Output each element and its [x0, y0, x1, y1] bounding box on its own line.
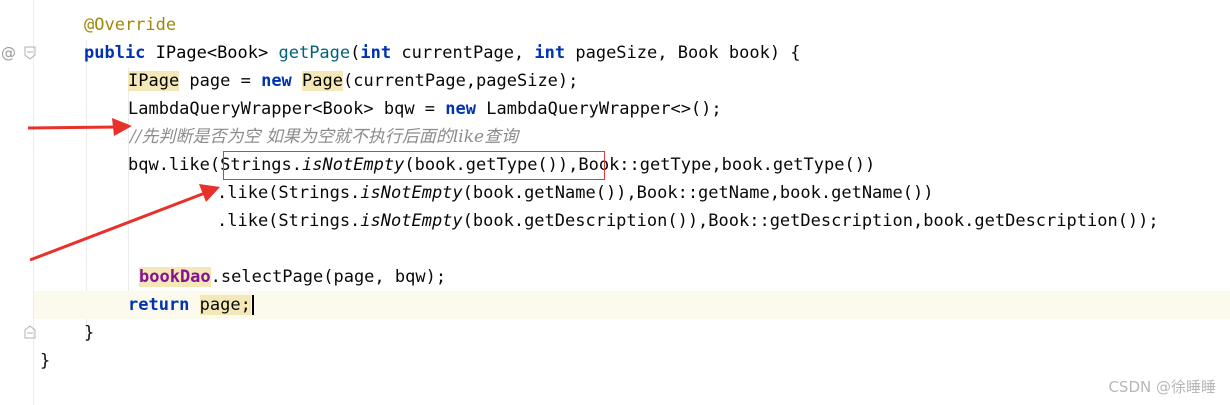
- arrow-to-comment: [27, 118, 132, 136]
- arrow-to-like-chain: [29, 184, 220, 262]
- watermark: CSDN @徐睡睡: [1108, 378, 1216, 396]
- annotation-arrows: [27, 118, 220, 262]
